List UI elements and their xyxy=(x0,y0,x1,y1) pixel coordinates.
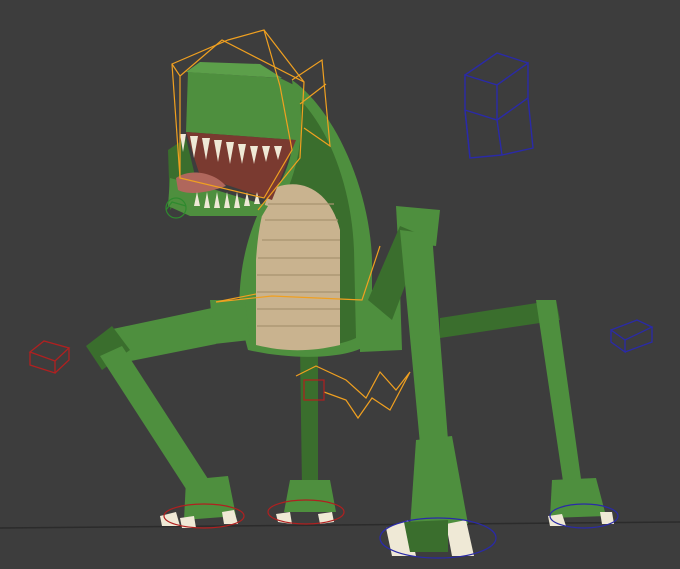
front-right-leg[interactable] xyxy=(368,206,474,556)
front-left-leg[interactable] xyxy=(86,308,238,528)
scene-canvas[interactable] xyxy=(0,0,680,569)
3d-viewport[interactable] xyxy=(0,0,680,569)
red-cube-empty[interactable] xyxy=(28,340,71,374)
blue-cube-empty-large[interactable] xyxy=(464,52,534,159)
ground-line xyxy=(0,521,680,529)
back-right-leg[interactable] xyxy=(440,300,614,526)
blue-cube-empty-small[interactable] xyxy=(610,319,654,354)
back-left-leg[interactable] xyxy=(276,345,336,524)
